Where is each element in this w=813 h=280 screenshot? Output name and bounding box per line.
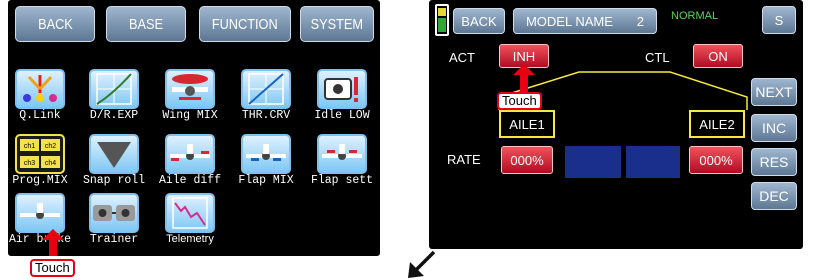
system-tab[interactable]: SYSTEM (300, 6, 374, 42)
svg-text:ch2: ch2 (45, 143, 56, 150)
q-link-item[interactable]: Q.Link (8, 69, 72, 129)
rate-left-button[interactable]: 000% (501, 146, 553, 174)
snap-roll-icon (89, 134, 139, 174)
back-button[interactable]: BACK (15, 6, 95, 42)
flap-mix-item[interactable]: Flap MIX (234, 134, 298, 194)
flap-mix-icon (241, 134, 291, 174)
touch-arrow-up-icon (513, 64, 535, 92)
aileron-differential-screen: BACK MODEL NAME 2 NORMAL S ACT INH CTL O… (429, 0, 803, 249)
rate-left-bar (565, 146, 621, 178)
telemetry-icon (165, 193, 215, 233)
flap-sett-item[interactable]: Flap sett (310, 134, 374, 194)
touch-arrow-up-icon (42, 229, 64, 256)
aile-diff-item[interactable]: Aile diff (158, 134, 222, 194)
aile-diff-icon (165, 134, 215, 174)
wing-mix-item[interactable]: Wing MIX (158, 69, 222, 129)
trainer-icon (89, 193, 139, 233)
rate-right-button[interactable]: 000% (689, 146, 743, 174)
rate-label: RATE (447, 152, 481, 167)
inc-button[interactable]: INC (751, 114, 797, 142)
dr-exp-item[interactable]: D/R.EXP (82, 69, 146, 129)
trainer-item[interactable]: Trainer (82, 193, 146, 253)
flap-sett-icon (317, 134, 367, 174)
arrow-down-left-icon (408, 250, 436, 278)
thr-crv-item[interactable]: THR.CRV (234, 69, 298, 129)
svg-text:ch4: ch4 (45, 160, 56, 167)
dr-exp-icon (89, 69, 139, 109)
prog-mix-icon: ch1 ch2 ch3 ch4 (15, 134, 65, 174)
wing-mix-icon (165, 69, 215, 109)
touch-callout-left: Touch (30, 259, 75, 277)
air-brake-icon (15, 193, 65, 233)
prog-mix-item[interactable]: ch1 ch2 ch3 ch4 Prog.MIX (8, 134, 72, 194)
function-menu-screen: BACK BASE FUNCTION SYSTEM Q.Link D/R.EXP… (8, 0, 380, 256)
function-tab[interactable]: FUNCTION (199, 6, 291, 42)
aile1-label: AILE1 (499, 110, 555, 138)
q-link-icon (15, 69, 65, 109)
idle-low-icon (317, 69, 367, 109)
base-tab[interactable]: BASE (106, 6, 186, 42)
idle-low-item[interactable]: Idle LOW (310, 69, 374, 129)
touch-callout-right: Touch (497, 92, 542, 110)
aileron-graph (498, 71, 748, 110)
next-button[interactable]: NEXT (751, 78, 797, 106)
snap-roll-item[interactable]: Snap roll (82, 134, 146, 194)
dec-button[interactable]: DEC (751, 182, 797, 210)
rate-right-bar (626, 146, 680, 178)
thr-crv-icon (241, 69, 291, 109)
telemetry-item[interactable]: Telemetry (158, 193, 222, 253)
res-button[interactable]: RES (751, 148, 797, 176)
aile2-label: AILE2 (689, 110, 745, 138)
svg-text:ch3: ch3 (24, 160, 35, 167)
svg-text:ch1: ch1 (24, 143, 35, 150)
